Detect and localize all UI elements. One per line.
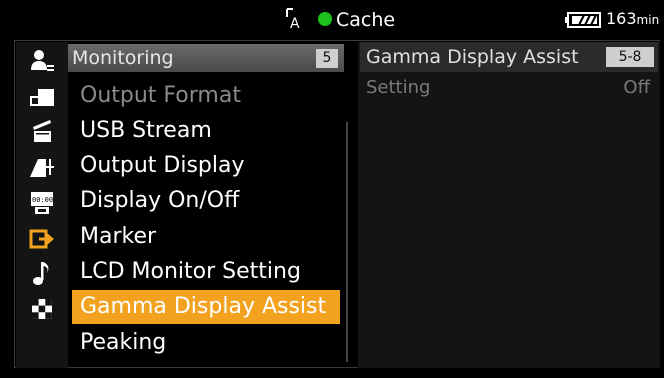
menu-title: Monitoring	[72, 47, 174, 69]
menu-list: Monitoring 5 Output Format USB Stream Ou…	[68, 42, 348, 368]
detail-header: Gamma Display Assist 5-8	[360, 42, 658, 72]
menu-item-peaking[interactable]: Peaking	[80, 326, 166, 360]
category-audio-level[interactable]	[16, 150, 68, 184]
category-camera[interactable]	[16, 80, 68, 114]
category-clapper[interactable]	[16, 114, 68, 148]
record-status-dot	[318, 12, 332, 26]
category-user-menu[interactable]	[16, 44, 68, 78]
category-system[interactable]	[16, 292, 68, 326]
battery-minutes-value: 163	[606, 9, 637, 28]
svg-text:A: A	[290, 16, 300, 31]
detail-page-badge: 5-8	[606, 47, 654, 67]
menu-item-usb-stream[interactable]: USB Stream	[80, 114, 212, 148]
menu-scrollbar[interactable]	[346, 122, 348, 362]
setting-value: Off	[623, 77, 650, 98]
clapper-icon	[33, 120, 51, 142]
record-mode-label: Cache	[336, 9, 396, 31]
menu-item-output-format[interactable]: Output Format	[80, 79, 241, 113]
user-menu-icon	[31, 50, 54, 71]
camera-icon	[30, 89, 54, 106]
menu-item-display-on-off[interactable]: Display On/Off	[80, 184, 239, 218]
detail-pane: Gamma Display Assist 5-8 Setting Off	[358, 42, 660, 368]
category-output[interactable]	[16, 222, 68, 256]
menu-item-gamma-display-assist[interactable]: Gamma Display Assist	[72, 290, 340, 324]
menu-item-lcd-monitor-setting[interactable]: LCD Monitor Setting	[80, 255, 301, 289]
category-audio[interactable]	[16, 256, 68, 290]
audio-level-icon	[30, 159, 54, 177]
timecode-icon: 00:00	[31, 192, 53, 214]
category-column: 00:00	[16, 42, 68, 368]
battery-remaining: 163min	[606, 9, 659, 30]
setting-label[interactable]: Setting	[366, 76, 430, 100]
menu-item-marker[interactable]: Marker	[80, 220, 156, 254]
menu-header: Monitoring 5	[68, 44, 344, 72]
battery-minutes-unit: min	[636, 13, 660, 27]
music-note-icon	[33, 262, 49, 285]
detail-title: Gamma Display Assist	[366, 46, 579, 68]
menu-page-badge: 5	[316, 49, 338, 68]
menu-item-output-display[interactable]: Output Display	[80, 149, 245, 183]
clip-record-icon: A	[286, 8, 300, 31]
category-timecode[interactable]: 00:00	[16, 186, 68, 220]
svg-text:00:00: 00:00	[32, 196, 53, 204]
battery-icon	[565, 12, 601, 28]
checker-icon	[32, 299, 52, 319]
output-icon	[29, 229, 54, 249]
